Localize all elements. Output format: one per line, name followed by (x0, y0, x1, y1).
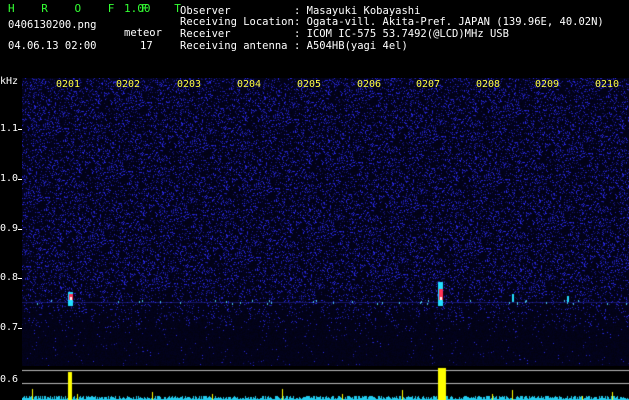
x-tick-label: 0206 (357, 79, 382, 90)
info-label-receiver: Receiver (180, 28, 231, 40)
y-tick-mark (18, 229, 22, 230)
y-axis-unit: kHz (0, 76, 19, 87)
date-time: 04.06.13 02:00 (8, 40, 97, 52)
x-tick-label: 0209 (535, 79, 560, 90)
info-value-antenna: : A504HB(yagi 4el) (294, 40, 408, 52)
y-tick-label: 0.8 (0, 272, 19, 283)
info-label-antenna: Receiving antenna (180, 40, 288, 52)
signal-trace-canvas (22, 366, 629, 400)
y-tick-label: 0.7 (0, 322, 19, 333)
x-tick-label: 0201 (56, 79, 81, 90)
y-tick-mark (18, 129, 22, 130)
y-tick-mark (18, 278, 22, 279)
y-tick-label: 0.9 (0, 223, 19, 234)
y-tick-mark (18, 179, 22, 180)
y-tick-label: 1.1 (0, 123, 19, 134)
x-tick-label: 0205 (297, 79, 322, 90)
info-value-receiver: : ICOM IC-575 53.7492(@LCD)MHz USB (294, 28, 509, 40)
signal-trace-panel (22, 366, 629, 400)
x-tick-label: 0210 (595, 79, 620, 90)
y-tick-label: 1.0 (0, 173, 19, 184)
spectrogram-canvas (22, 78, 629, 366)
x-tick-label: 0204 (237, 79, 262, 90)
y-tick-label: 0.6 (0, 374, 19, 385)
app-version: 1.00 (124, 2, 151, 15)
header-panel: H R O F F T 1.00 0406130200.png meteor 1… (0, 0, 629, 78)
meteor-label: meteor (124, 27, 162, 39)
x-tick-label: 0203 (177, 79, 202, 90)
info-label-location: Receiving Location (180, 16, 294, 28)
app-logo: H R O F F T (8, 2, 191, 15)
y-tick-mark (18, 328, 22, 329)
x-tick-label: 0202 (116, 79, 141, 90)
x-tick-label: 0207 (416, 79, 441, 90)
file-name: 0406130200.png (8, 19, 97, 31)
info-value-location: : Ogata-vill. Akita-Pref. JAPAN (139.96E… (294, 16, 604, 28)
x-tick-label: 0208 (476, 79, 501, 90)
spectrogram-panel (22, 78, 629, 366)
meteor-count: 17 (140, 40, 153, 52)
